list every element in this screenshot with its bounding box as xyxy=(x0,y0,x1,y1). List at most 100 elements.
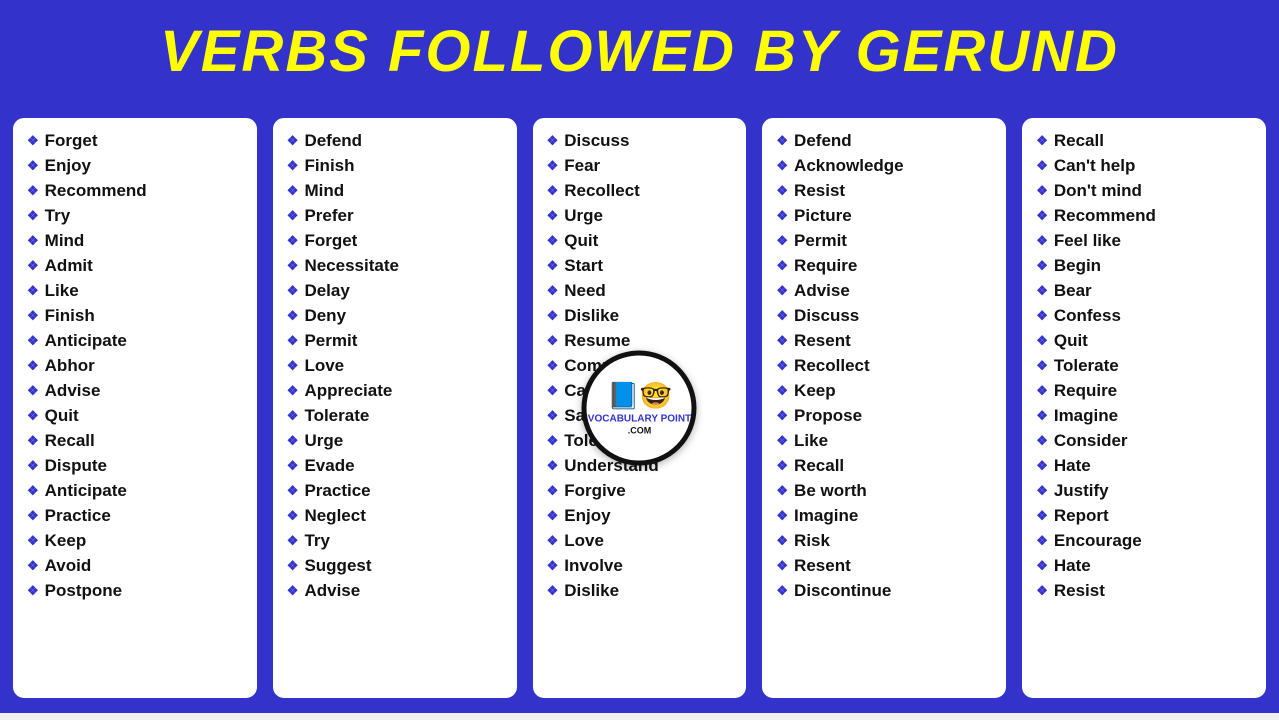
list-item: Quit xyxy=(547,228,737,253)
list-item: Defend xyxy=(287,128,507,153)
list-item: Feel like xyxy=(1036,228,1256,253)
list-item: Enjoy xyxy=(27,153,247,178)
list-item: Practice xyxy=(27,503,247,528)
list-item: Recommend xyxy=(1036,203,1256,228)
list-item: Appreciate xyxy=(287,378,507,403)
list-item: Tolerate xyxy=(287,403,507,428)
list-item: Advise xyxy=(776,278,996,303)
list-item: Suggest xyxy=(287,553,507,578)
list-item: Discuss xyxy=(547,128,737,153)
list-item: Tolerate xyxy=(1036,353,1256,378)
list-item: Urge xyxy=(287,428,507,453)
list-item: Forget xyxy=(287,228,507,253)
list-item: Urge xyxy=(547,203,737,228)
column-col1: ForgetEnjoyRecommendTryMindAdmitLikeFini… xyxy=(10,115,260,701)
list-item: Permit xyxy=(287,328,507,353)
list-item: Justify xyxy=(1036,478,1256,503)
list-item: Hate xyxy=(1036,453,1256,478)
list-item: Imagine xyxy=(1036,403,1256,428)
list-item: Abhor xyxy=(27,353,247,378)
list-item: Discontinue xyxy=(776,578,996,603)
list-item: Advise xyxy=(27,378,247,403)
list-item: Finish xyxy=(27,303,247,328)
list-item: Enjoy xyxy=(547,503,737,528)
list-item: Dislike xyxy=(547,303,737,328)
list-item: Be worth xyxy=(776,478,996,503)
list-item: Dislike xyxy=(547,578,737,603)
list-item: Postpone xyxy=(27,578,247,603)
list-item: Resume xyxy=(547,328,737,353)
list-item: Try xyxy=(27,203,247,228)
list-item: Imagine xyxy=(776,503,996,528)
list-item: Avoid xyxy=(27,553,247,578)
list-item: Recollect xyxy=(776,353,996,378)
list-item: Defend xyxy=(776,128,996,153)
column-col5: RecallCan't helpDon't mindRecommendFeel … xyxy=(1019,115,1269,701)
list-item: Discuss xyxy=(776,303,996,328)
list-item: Forgive xyxy=(547,478,737,503)
list-item: Acknowledge xyxy=(776,153,996,178)
list-item: Confess xyxy=(1036,303,1256,328)
list-item: Keep xyxy=(776,378,996,403)
list-item: Require xyxy=(776,253,996,278)
list-item: Practice xyxy=(287,478,507,503)
list-item: Prefer xyxy=(287,203,507,228)
list-item: Dispute xyxy=(27,453,247,478)
list-item: Forget xyxy=(27,128,247,153)
list-item: Bear xyxy=(1036,278,1256,303)
vocabulary-point-logo: 📘🤓 VOCABULARY POINT .COM xyxy=(582,351,697,466)
list-item: Recall xyxy=(1036,128,1256,153)
list-item: Love xyxy=(287,353,507,378)
column-col2: DefendFinishMindPreferForgetNecessitateD… xyxy=(270,115,520,701)
middle-col-wrapper: DiscussFearRecollectUrgeQuitStartNeedDis… xyxy=(530,115,750,701)
list-item: Need xyxy=(547,278,737,303)
list-item: Love xyxy=(547,528,737,553)
list-item: Keep xyxy=(27,528,247,553)
list-item: Like xyxy=(27,278,247,303)
list-item: Resent xyxy=(776,553,996,578)
list-item: Delay xyxy=(287,278,507,303)
content-area: ForgetEnjoyRecommendTryMindAdmitLikeFini… xyxy=(0,103,1279,713)
logo-text-sub: .COM xyxy=(628,426,652,436)
page-title: VERBS FOLLOWED BY GERUND xyxy=(24,18,1255,85)
list-item: Mind xyxy=(27,228,247,253)
list-item: Report xyxy=(1036,503,1256,528)
list-item: Permit xyxy=(776,228,996,253)
list-item: Require xyxy=(1036,378,1256,403)
list-item: Consider xyxy=(1036,428,1256,453)
column-col4: DefendAcknowledgeResistPicturePermitRequ… xyxy=(759,115,1009,701)
list-item: Picture xyxy=(776,203,996,228)
list-item: Anticipate xyxy=(27,328,247,353)
list-item: Fear xyxy=(547,153,737,178)
list-item: Resent xyxy=(776,328,996,353)
list-item: Encourage xyxy=(1036,528,1256,553)
list-item: Recommend xyxy=(27,178,247,203)
list-item: Can't help xyxy=(1036,153,1256,178)
logo-text-main: VOCABULARY POINT xyxy=(588,414,691,426)
list-item: Mind xyxy=(287,178,507,203)
list-item: Involve xyxy=(547,553,737,578)
list-item: Hate xyxy=(1036,553,1256,578)
list-item: Deny xyxy=(287,303,507,328)
logo-icon: 📘🤓 xyxy=(607,381,672,412)
list-item: Propose xyxy=(776,403,996,428)
list-item: Try xyxy=(287,528,507,553)
list-item: Recall xyxy=(776,453,996,478)
header: VERBS FOLLOWED BY GERUND xyxy=(0,0,1279,103)
list-item: Don't mind xyxy=(1036,178,1256,203)
list-item: Necessitate xyxy=(287,253,507,278)
list-item: Evade xyxy=(287,453,507,478)
list-item: Neglect xyxy=(287,503,507,528)
list-item: Like xyxy=(776,428,996,453)
list-item: Recollect xyxy=(547,178,737,203)
list-item: Recall xyxy=(27,428,247,453)
list-item: Admit xyxy=(27,253,247,278)
list-item: Advise xyxy=(287,578,507,603)
list-item: Resist xyxy=(1036,578,1256,603)
list-item: Risk xyxy=(776,528,996,553)
list-item: Start xyxy=(547,253,737,278)
list-item: Quit xyxy=(1036,328,1256,353)
list-item: Anticipate xyxy=(27,478,247,503)
list-item: Finish xyxy=(287,153,507,178)
list-item: Resist xyxy=(776,178,996,203)
